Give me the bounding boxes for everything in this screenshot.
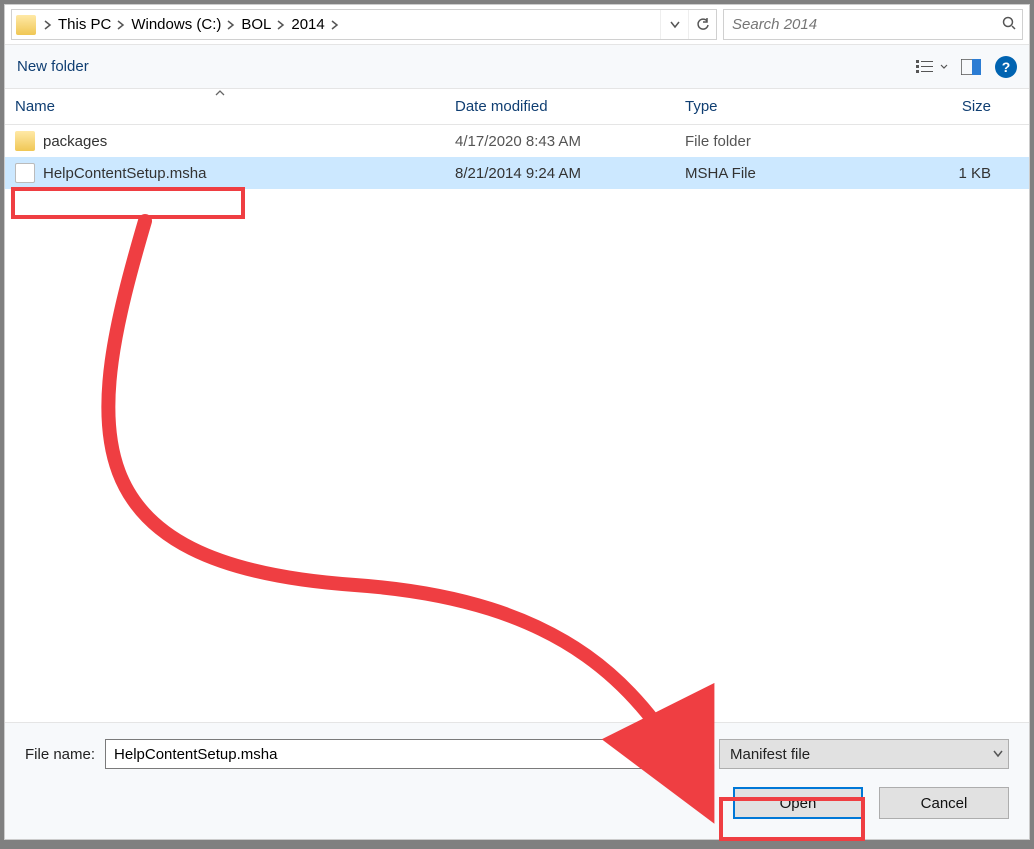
search-input[interactable] [730, 15, 1002, 34]
address-dropdown-button[interactable] [660, 10, 688, 39]
address-bar[interactable]: This PC Windows (C:) BOL 2014 [11, 9, 717, 40]
filename-combobox[interactable] [105, 739, 709, 769]
file-type: MSHA File [685, 165, 885, 182]
file-icon [15, 163, 35, 183]
column-header-name[interactable]: Name [15, 98, 455, 115]
cancel-button[interactable]: Cancel [879, 787, 1009, 819]
file-name: packages [43, 133, 107, 150]
search-box[interactable] [723, 9, 1023, 40]
file-type-filter[interactable]: Manifest file [719, 739, 1009, 769]
chevron-right-icon[interactable] [327, 10, 343, 39]
chevron-right-icon[interactable] [273, 10, 289, 39]
file-date: 8/21/2014 9:24 AM [455, 165, 685, 182]
file-list[interactable]: packages 4/17/2020 8:43 AM File folder H… [5, 125, 1029, 722]
breadcrumb-item[interactable]: BOL [239, 10, 273, 39]
refresh-button[interactable] [688, 10, 716, 39]
chevron-right-icon[interactable] [113, 10, 129, 39]
search-icon[interactable] [1002, 16, 1016, 34]
filter-label: Manifest file [730, 746, 988, 763]
breadcrumb-item[interactable]: This PC [56, 10, 113, 39]
column-header-type[interactable]: Type [685, 98, 885, 115]
breadcrumb-item[interactable]: Windows (C:) [129, 10, 223, 39]
file-size: 1 KB [885, 165, 1029, 182]
chevron-right-icon[interactable] [223, 10, 239, 39]
chevron-right-icon[interactable] [40, 10, 56, 39]
file-name: HelpContentSetup.msha [43, 165, 206, 182]
bottom-panel: File name: Manifest file Open Cancel [5, 722, 1029, 839]
breadcrumb-item[interactable]: 2014 [289, 10, 326, 39]
toolbar: New folder ? [5, 45, 1029, 89]
file-open-dialog: This PC Windows (C:) BOL 2014 [4, 4, 1030, 840]
view-mode-dropdown[interactable] [909, 51, 955, 83]
open-button[interactable]: Open [733, 787, 863, 819]
column-header-date[interactable]: Date modified [455, 98, 685, 115]
folder-icon [15, 131, 35, 151]
filename-input[interactable] [106, 746, 688, 763]
column-header-label: Name [15, 98, 55, 115]
list-item[interactable]: packages 4/17/2020 8:43 AM File folder [5, 125, 1029, 157]
help-icon[interactable]: ? [995, 56, 1017, 78]
file-type: File folder [685, 133, 885, 150]
column-header-size[interactable]: Size [885, 98, 1029, 115]
filename-label: File name: [25, 746, 95, 763]
chevron-down-icon[interactable] [988, 750, 1008, 758]
column-header-row: Name Date modified Type Size [5, 89, 1029, 125]
preview-pane-button[interactable] [955, 51, 987, 83]
chevron-down-icon[interactable] [688, 750, 708, 758]
folder-icon [12, 15, 40, 35]
new-folder-button[interactable]: New folder [17, 58, 89, 75]
top-bar: This PC Windows (C:) BOL 2014 [5, 5, 1029, 45]
sort-ascending-icon [215, 88, 225, 99]
list-item[interactable]: HelpContentSetup.msha 8/21/2014 9:24 AM … [5, 157, 1029, 189]
file-date: 4/17/2020 8:43 AM [455, 133, 685, 150]
